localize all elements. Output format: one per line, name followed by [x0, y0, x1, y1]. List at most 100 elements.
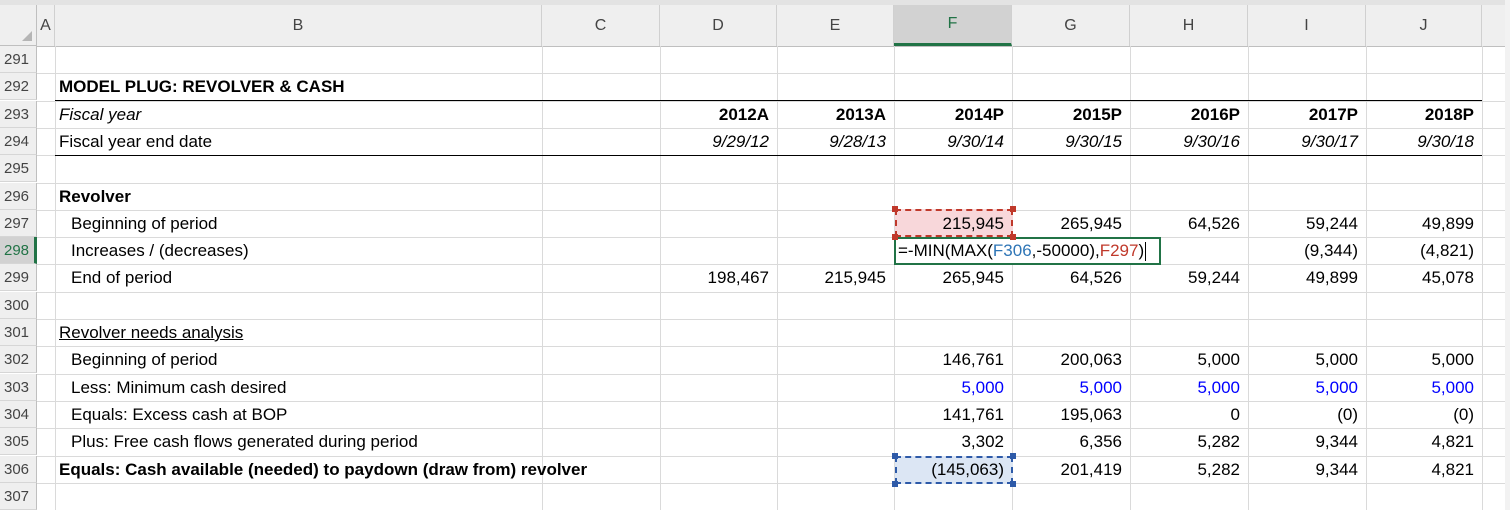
column-header-g[interactable]: G	[1012, 5, 1130, 46]
analysis-fcf-i[interactable]: 9,344	[1248, 428, 1366, 455]
analysis-min-cash-j[interactable]: 5,000	[1366, 374, 1482, 401]
revolver-beginning-i[interactable]: 59,244	[1248, 210, 1366, 237]
fiscal-year-j[interactable]: 2018P	[1366, 101, 1482, 128]
analysis-available-g[interactable]: 201,419	[1012, 456, 1130, 483]
row-header-298[interactable]: 298	[0, 237, 37, 264]
row-header-292[interactable]: 292	[0, 73, 37, 100]
revolver-increases-i[interactable]: (9,344)	[1248, 237, 1366, 264]
revolver-increases-label[interactable]: Increases / (decreases)	[71, 237, 671, 264]
revolver-end-g[interactable]: 64,526	[1012, 264, 1130, 291]
revolver-beginning-g[interactable]: 265,945	[1012, 210, 1130, 237]
analysis-fcf-j[interactable]: 4,821	[1366, 428, 1482, 455]
ref-f306-handle-3[interactable]	[1010, 481, 1016, 487]
row-header-303[interactable]: 303	[0, 374, 37, 401]
revolver-beginning-f[interactable]: 215,945	[894, 210, 1012, 237]
revolver-increases-j[interactable]: (4,821)	[1366, 237, 1482, 264]
analysis-min-cash-h[interactable]: 5,000	[1130, 374, 1248, 401]
column-header-f[interactable]: F	[894, 5, 1012, 46]
revolver-end-i[interactable]: 49,899	[1248, 264, 1366, 291]
revolver-beginning-h[interactable]: 64,526	[1130, 210, 1248, 237]
fiscal-year-label[interactable]: Fiscal year	[59, 101, 659, 128]
analysis-min-cash-i[interactable]: 5,000	[1248, 374, 1366, 401]
ref-f297-handle-1[interactable]	[1010, 206, 1016, 212]
revolver-increases-d[interactable]	[660, 237, 777, 264]
fy-end-date-d[interactable]: 9/29/12	[660, 128, 777, 155]
row-header-291[interactable]: 291	[0, 46, 37, 73]
column-header-e[interactable]: E	[777, 5, 894, 46]
analysis-fcf-e[interactable]	[777, 428, 894, 455]
row-header-301[interactable]: 301	[0, 319, 37, 346]
analysis-fcf-h[interactable]: 5,282	[1130, 428, 1248, 455]
column-header-d[interactable]: D	[660, 5, 777, 46]
analysis-excess-label[interactable]: Equals: Excess cash at BOP	[71, 401, 671, 428]
revolver-end-h[interactable]: 59,244	[1130, 264, 1248, 291]
column-header-a[interactable]: A	[37, 5, 55, 46]
revolver-end-j[interactable]: 45,078	[1366, 264, 1482, 291]
row-header-300[interactable]: 300	[0, 292, 37, 319]
column-header-j[interactable]: J	[1366, 5, 1482, 46]
column-header-c[interactable]: C	[542, 5, 660, 46]
fy-end-date-g[interactable]: 9/30/15	[1012, 128, 1130, 155]
fiscal-year-h[interactable]: 2016P	[1130, 101, 1248, 128]
fiscal-year-d[interactable]: 2012A	[660, 101, 777, 128]
ref-f297-handle-0[interactable]	[892, 206, 898, 212]
analysis-min-cash-d[interactable]	[660, 374, 777, 401]
analysis-fcf-g[interactable]: 6,356	[1012, 428, 1130, 455]
analysis-excess-i[interactable]: (0)	[1248, 401, 1366, 428]
analysis-available-label[interactable]: Equals: Cash available (needed) to paydo…	[59, 456, 659, 483]
column-header-b[interactable]: B	[55, 5, 542, 46]
analysis-excess-e[interactable]	[777, 401, 894, 428]
select-all-corner[interactable]	[0, 5, 37, 46]
analysis-excess-f[interactable]: 141,761	[894, 401, 1012, 428]
analysis-bop-f[interactable]: 146,761	[894, 346, 1012, 373]
analysis-bop-d[interactable]	[660, 346, 777, 373]
row-header-296[interactable]: 296	[0, 183, 37, 210]
revolver-end-f[interactable]: 265,945	[894, 264, 1012, 291]
fy-end-date-e[interactable]: 9/28/13	[777, 128, 894, 155]
fy-end-date-h[interactable]: 9/30/16	[1130, 128, 1248, 155]
revolver-beginning-j[interactable]: 49,899	[1366, 210, 1482, 237]
analysis-excess-g[interactable]: 195,063	[1012, 401, 1130, 428]
fiscal-year-f[interactable]: 2014P	[894, 101, 1012, 128]
row-header-307[interactable]: 307	[0, 483, 37, 510]
section-title[interactable]: MODEL PLUG: REVOLVER & CASH	[59, 73, 659, 100]
row-header-293[interactable]: 293	[0, 101, 37, 128]
ref-f306-handle-0[interactable]	[892, 453, 898, 459]
analysis-bop-h[interactable]: 5,000	[1130, 346, 1248, 373]
revolver-end-e[interactable]: 215,945	[777, 264, 894, 291]
analysis-available-h[interactable]: 5,282	[1130, 456, 1248, 483]
row-header-297[interactable]: 297	[0, 210, 37, 237]
fiscal-year-e[interactable]: 2013A	[777, 101, 894, 128]
column-header-k[interactable]	[1482, 5, 1505, 46]
analysis-fcf-d[interactable]	[660, 428, 777, 455]
analysis-fcf-f[interactable]: 3,302	[894, 428, 1012, 455]
analysis-bop-g[interactable]: 200,063	[1012, 346, 1130, 373]
analysis-bop-label[interactable]: Beginning of period	[71, 346, 671, 373]
fy-end-date-j[interactable]: 9/30/18	[1366, 128, 1482, 155]
fy-end-date-f[interactable]: 9/30/14	[894, 128, 1012, 155]
analysis-excess-j[interactable]: (0)	[1366, 401, 1482, 428]
revolver-increases-e[interactable]	[777, 237, 894, 264]
revolver-beginning-e[interactable]	[777, 210, 894, 237]
row-header-306[interactable]: 306	[0, 456, 37, 483]
ref-f306-handle-1[interactable]	[1010, 453, 1016, 459]
analysis-title[interactable]: Revolver needs analysis	[59, 319, 659, 346]
ref-f306-handle-2[interactable]	[892, 481, 898, 487]
analysis-excess-h[interactable]: 0	[1130, 401, 1248, 428]
row-header-299[interactable]: 299	[0, 264, 37, 291]
analysis-min-cash-f[interactable]: 5,000	[894, 374, 1012, 401]
column-header-i[interactable]: I	[1248, 5, 1366, 46]
analysis-available-i[interactable]: 9,344	[1248, 456, 1366, 483]
analysis-bop-j[interactable]: 5,000	[1366, 346, 1482, 373]
analysis-available-j[interactable]: 4,821	[1366, 456, 1482, 483]
revolver-title[interactable]: Revolver	[59, 183, 659, 210]
analysis-fcf-label[interactable]: Plus: Free cash flows generated during p…	[71, 428, 671, 455]
revolver-end-d[interactable]: 198,467	[660, 264, 777, 291]
analysis-bop-i[interactable]: 5,000	[1248, 346, 1366, 373]
revolver-beginning-d[interactable]	[660, 210, 777, 237]
analysis-available-e[interactable]	[777, 456, 894, 483]
revolver-beginning-label[interactable]: Beginning of period	[71, 210, 671, 237]
analysis-bop-e[interactable]	[777, 346, 894, 373]
analysis-min-cash-label[interactable]: Less: Minimum cash desired	[71, 374, 671, 401]
formula-in-cell[interactable]: =-MIN(MAX(F306,-50000),F297)	[898, 237, 1147, 265]
